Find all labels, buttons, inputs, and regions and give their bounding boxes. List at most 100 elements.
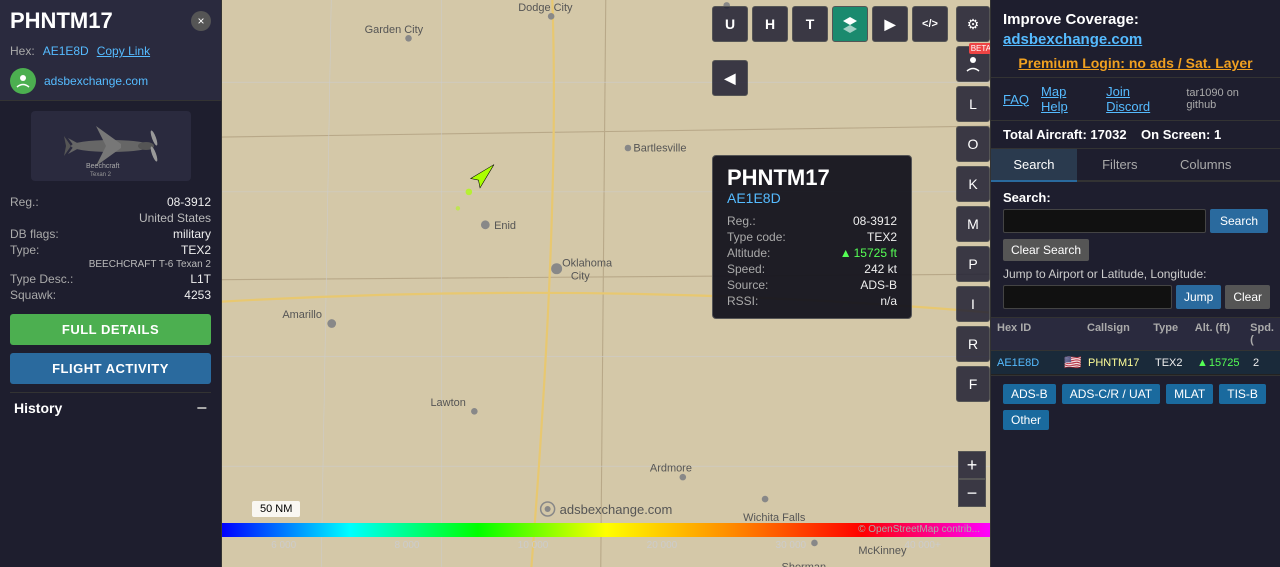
popup-hex: AE1E8D	[727, 190, 897, 206]
ds-tisb[interactable]: TIS-B	[1219, 384, 1266, 404]
scale-label: 50 NM	[260, 503, 292, 515]
map-btn-r-label[interactable]: R	[956, 326, 990, 362]
map-btn-code[interactable]: </>	[912, 6, 948, 42]
faq-link[interactable]: FAQ	[1003, 92, 1029, 107]
history-label: History	[14, 400, 62, 416]
svg-text:Bartlesville: Bartlesville	[633, 142, 686, 154]
col-callsign[interactable]: Callsign	[1087, 322, 1151, 346]
map-help-link[interactable]: Map Help	[1041, 84, 1094, 114]
ds-adsb[interactable]: ADS-B	[1003, 384, 1056, 404]
map-back-button[interactable]: ◀	[712, 60, 748, 96]
col-hexid[interactable]: Hex ID	[997, 322, 1061, 346]
popup-rssi-value: n/a	[794, 294, 897, 308]
jump-input[interactable]	[1003, 285, 1172, 309]
improve-label: Improve Coverage:	[1003, 11, 1139, 28]
aircraft-popup: PHNTM17 AE1E8D Reg.: 08-3912 Type code: …	[712, 155, 912, 319]
jump-button[interactable]: Jump	[1176, 285, 1221, 309]
map-btn-arrow-right[interactable]: ▶	[872, 6, 908, 42]
tab-extra[interactable]	[1249, 149, 1280, 182]
zoom-in-button[interactable]: +	[958, 451, 986, 479]
svg-text:Ardmore: Ardmore	[650, 463, 692, 475]
improve-link[interactable]: adsbexchange.com	[1003, 31, 1142, 48]
on-screen-value: 1	[1214, 127, 1221, 142]
ds-mlat[interactable]: MLAT	[1166, 384, 1213, 404]
cell-alt: ▲ 15725	[1197, 357, 1251, 369]
map-btn-layers[interactable]	[832, 6, 868, 42]
tab-search[interactable]: Search	[991, 149, 1077, 182]
map-btn-people[interactable]: BETA	[956, 46, 990, 82]
map-btn-f[interactable]: F	[956, 366, 990, 402]
cell-callsign: PHNTM17	[1088, 357, 1153, 369]
tab-bar: Search Filters Columns	[991, 149, 1280, 182]
copyright-label: © OpenStreetMap contrib...	[858, 524, 980, 535]
github-link[interactable]: tar1090 on github	[1186, 87, 1268, 111]
reg-label: Reg.:	[10, 195, 73, 209]
typedesc-label: Type Desc.:	[10, 272, 73, 286]
map-btn-o[interactable]: O	[956, 126, 990, 162]
search-input[interactable]	[1003, 209, 1206, 233]
source-name[interactable]: adsbexchange.com	[44, 74, 148, 88]
map-btn-k[interactable]: K	[956, 166, 990, 202]
total-aircraft-value: 17032	[1090, 127, 1126, 142]
clear-button[interactable]: Clear	[1225, 285, 1270, 309]
search-button[interactable]: Search	[1210, 209, 1268, 233]
svg-text:Lawton: Lawton	[430, 397, 465, 409]
aircraft-image: Beechcraft Texan 2	[31, 111, 191, 181]
search-row: Search	[1003, 209, 1268, 233]
map-area[interactable]: Enid Oklahoma City Amarillo Bartlesville…	[222, 0, 990, 567]
history-collapse-button[interactable]: −	[196, 399, 207, 417]
dbflags-label: DB flags:	[10, 227, 73, 241]
zoom-out-button[interactable]: −	[958, 479, 986, 507]
svg-text:Beechcraft: Beechcraft	[86, 163, 120, 170]
hex-value: AE1E8D	[43, 44, 89, 58]
ds-other[interactable]: Other	[1003, 410, 1049, 430]
left-header: PHNTM17 ×	[0, 0, 221, 42]
table-row[interactable]: AE1E8D 🇺🇸 PHNTM17 TEX2 ▲ 15725 2	[991, 351, 1280, 375]
popup-reg-label: Reg.:	[727, 214, 786, 228]
join-discord-link[interactable]: Join Discord	[1106, 84, 1174, 114]
tab-filters[interactable]: Filters	[1077, 149, 1163, 182]
close-button[interactable]: ×	[191, 11, 211, 31]
map-btn-p[interactable]: P	[956, 246, 990, 282]
premium-login-link[interactable]: Premium Login: no ads / Sat. Layer	[1003, 55, 1268, 71]
hex-row: Hex: AE1E8D Copy Link	[0, 42, 221, 62]
popup-alt-num: 15725 ft	[854, 246, 897, 260]
copy-link-button[interactable]: Copy Link	[97, 44, 150, 58]
map-btn-h[interactable]: H	[752, 6, 788, 42]
ds-adsc[interactable]: ADS-C/R / UAT	[1062, 384, 1160, 404]
map-btn-m[interactable]: M	[956, 206, 990, 242]
popup-type-value: TEX2	[794, 230, 897, 244]
info-grid: Reg.: 08-3912 United States DB flags: mi…	[0, 191, 221, 306]
type-full: BEECHCRAFT T-6 Texan 2	[81, 259, 211, 270]
map-btn-u[interactable]: U	[712, 6, 748, 42]
reg-country: United States	[81, 211, 211, 225]
cell-type: TEX2	[1155, 357, 1195, 369]
logo-text: adsbexchange.com	[560, 502, 673, 517]
cell-alt-value: 15725	[1209, 357, 1240, 369]
right-links-bar: FAQ Map Help Join Discord tar1090 on git…	[991, 78, 1280, 121]
type-label: Type:	[10, 243, 73, 257]
col-type[interactable]: Type	[1153, 322, 1193, 346]
popup-alt-value: ▲15725 ft	[794, 246, 897, 260]
full-details-button[interactable]: FULL DETAILS	[10, 314, 211, 345]
right-panel: Improve Coverage: adsbexchange.com Premi…	[990, 0, 1280, 567]
map-btn-l[interactable]: L	[956, 86, 990, 122]
reg-country-spacer	[10, 211, 73, 225]
popup-source-label: Source:	[727, 278, 786, 292]
svg-text:McKinney: McKinney	[858, 545, 907, 557]
type-value: TEX2	[81, 243, 211, 257]
map-btn-i[interactable]: I	[956, 286, 990, 322]
popup-grid: Reg.: 08-3912 Type code: TEX2 Altitude: …	[727, 214, 897, 308]
map-btn-settings[interactable]: ⚙	[956, 6, 990, 42]
col-alt[interactable]: Alt. (ft)	[1195, 322, 1248, 346]
squawk-value: 4253	[81, 288, 211, 302]
clear-search-button[interactable]: Clear Search	[1003, 239, 1089, 261]
right-top-section: Improve Coverage: adsbexchange.com Premi…	[991, 0, 1280, 78]
table-header: Hex ID Callsign Type Alt. (ft) Spd. (	[991, 318, 1280, 351]
map-btn-t[interactable]: T	[792, 6, 828, 42]
hex-label: Hex:	[10, 44, 35, 58]
aircraft-callsign: PHNTM17	[10, 8, 113, 34]
svg-text:City: City	[571, 271, 590, 283]
flight-activity-button[interactable]: FLIGHT ACTIVITY	[10, 353, 211, 384]
tab-columns[interactable]: Columns	[1163, 149, 1249, 182]
